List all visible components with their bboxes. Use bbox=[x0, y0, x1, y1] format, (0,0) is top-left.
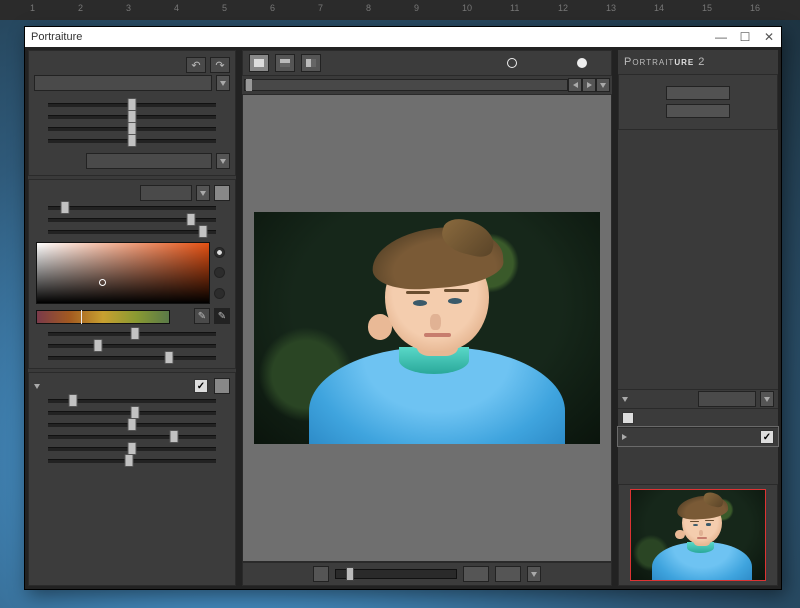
zoom-slider[interactable] bbox=[335, 569, 457, 579]
skin-dropdown-arrow[interactable] bbox=[196, 185, 210, 201]
brand-title: Portraiture 2 bbox=[618, 50, 778, 74]
section-collapse-icon[interactable] bbox=[34, 384, 40, 389]
minimize-button[interactable]: — bbox=[715, 31, 727, 43]
enhance-swatch[interactable] bbox=[214, 378, 230, 394]
view-single-button[interactable] bbox=[249, 54, 269, 72]
skin-slider-2[interactable] bbox=[48, 214, 216, 226]
enhance-slider-3[interactable] bbox=[48, 419, 216, 431]
preset-dropdown-arrow[interactable] bbox=[216, 75, 230, 91]
hist-menu-button[interactable] bbox=[596, 78, 610, 92]
hist-next-button[interactable] bbox=[582, 78, 596, 92]
undo-button[interactable]: ↶ bbox=[186, 57, 206, 73]
hue-range-slider-3[interactable] bbox=[48, 352, 216, 364]
output-dropdown-arrow[interactable] bbox=[760, 391, 774, 407]
compare-dot-b[interactable] bbox=[577, 58, 587, 68]
eyedropper-sub-icon[interactable]: ✎ bbox=[214, 308, 230, 324]
navigator-thumbnail[interactable] bbox=[630, 489, 766, 581]
portrait-size-dropdown[interactable] bbox=[86, 153, 212, 169]
preview-panel bbox=[241, 49, 613, 587]
navigator-panel: Portraiture 2 bbox=[617, 49, 779, 587]
preset-section: ↶ ↷ bbox=[28, 50, 236, 176]
preview-image bbox=[254, 212, 600, 444]
mask-swatch[interactable] bbox=[214, 185, 230, 201]
hue-range-slider-1[interactable] bbox=[48, 328, 216, 340]
compare-dot-a[interactable] bbox=[507, 58, 517, 68]
output-row-1[interactable] bbox=[618, 389, 778, 408]
output-row-3[interactable]: ✓ bbox=[618, 427, 778, 446]
hist-prev-button[interactable] bbox=[568, 78, 582, 92]
output-dropdown[interactable] bbox=[698, 391, 756, 407]
zoom-bar bbox=[242, 562, 612, 586]
titlebar[interactable]: Portraiture — ☐ ✕ bbox=[25, 27, 781, 47]
close-button[interactable]: ✕ bbox=[763, 31, 775, 43]
zoom-fit-button[interactable] bbox=[313, 566, 329, 582]
portrait-size-arrow[interactable] bbox=[216, 153, 230, 169]
skin-dropdown[interactable] bbox=[140, 185, 192, 201]
output-row-2[interactable] bbox=[618, 408, 778, 427]
ruler: 12 34 56 78 910 1112 1314 1516 bbox=[0, 0, 800, 20]
enhance-slider-6[interactable] bbox=[48, 455, 216, 467]
zoom-value-box[interactable] bbox=[463, 566, 489, 582]
smoothing-slider-4[interactable] bbox=[48, 135, 216, 147]
picker-mode-1[interactable] bbox=[214, 247, 225, 258]
image-viewport[interactable] bbox=[242, 94, 612, 562]
skin-color-picker[interactable] bbox=[36, 242, 210, 304]
option-check-2[interactable]: ✓ bbox=[760, 430, 774, 444]
chevron-right-icon bbox=[622, 434, 627, 440]
picker-mode-3[interactable] bbox=[214, 288, 225, 299]
action-buttons bbox=[618, 74, 778, 130]
window-title: Portraiture bbox=[31, 31, 82, 43]
view-split-h-button[interactable] bbox=[275, 54, 295, 72]
ok-button[interactable] bbox=[666, 86, 730, 100]
chevron-down-icon bbox=[622, 397, 628, 402]
cancel-button[interactable] bbox=[666, 104, 730, 118]
preset-dropdown[interactable] bbox=[34, 75, 212, 91]
navigator-thumb-section bbox=[618, 484, 778, 586]
host-app: 12 34 56 78 910 1112 1314 1516 Portraitu… bbox=[0, 0, 800, 608]
maximize-button[interactable]: ☐ bbox=[739, 31, 751, 43]
portraiture-window: Portraiture — ☐ ✕ ↶ ↷ bbox=[24, 26, 782, 590]
zoom-menu-arrow[interactable] bbox=[527, 566, 541, 582]
skin-tone-section: ✎ ✎ bbox=[28, 179, 236, 369]
view-split-v-button[interactable] bbox=[301, 54, 321, 72]
enhance-toggle[interactable]: ✓ bbox=[194, 379, 208, 393]
hue-strip[interactable] bbox=[36, 310, 170, 324]
redo-button[interactable]: ↷ bbox=[210, 57, 230, 73]
skin-slider-3[interactable] bbox=[48, 226, 216, 238]
option-check-1[interactable] bbox=[622, 412, 634, 424]
histogram-bar bbox=[242, 78, 612, 92]
hue-range-slider-2[interactable] bbox=[48, 340, 216, 352]
picker-mode-2[interactable] bbox=[214, 267, 225, 278]
enhance-section: ✓ bbox=[28, 372, 236, 586]
view-toolbar bbox=[242, 50, 612, 76]
controls-panel: ↶ ↷ bbox=[27, 49, 237, 587]
histogram-track[interactable] bbox=[244, 79, 568, 91]
zoom-mode-box[interactable] bbox=[495, 566, 521, 582]
eyedropper-add-icon[interactable]: ✎ bbox=[194, 308, 210, 324]
